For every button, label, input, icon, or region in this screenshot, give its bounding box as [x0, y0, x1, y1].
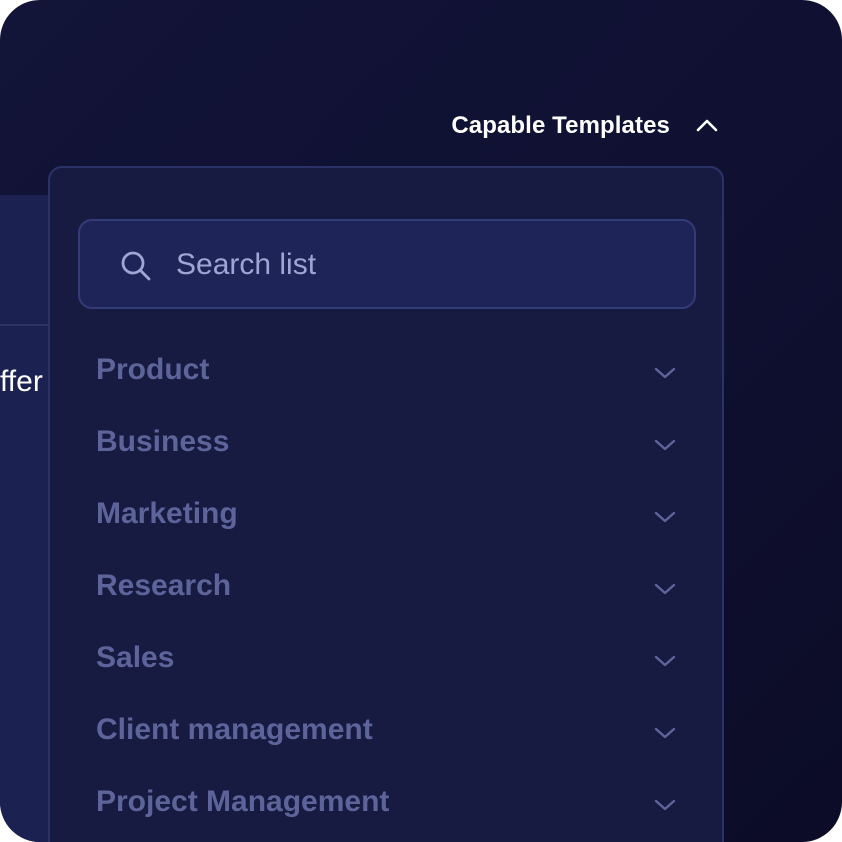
- templates-dropdown-panel: Product Business Marketing Research Sale…: [48, 166, 724, 842]
- category-label: Client management: [96, 713, 373, 746]
- category-item-client-management[interactable]: Client management: [50, 694, 722, 766]
- category-label: Project Management: [96, 785, 390, 818]
- chevron-down-icon: [654, 583, 676, 595]
- category-item-product[interactable]: Product: [50, 334, 722, 406]
- background-text-fragment: ffer: [0, 365, 43, 398]
- category-label: Business: [96, 425, 230, 458]
- templates-dropdown-toggle[interactable]: Capable Templates: [451, 112, 720, 140]
- category-label: Marketing: [96, 497, 238, 530]
- app-frame: ffer Capable Templates Product Business: [0, 0, 842, 842]
- category-item-research[interactable]: Research: [50, 550, 722, 622]
- chevron-down-icon: [654, 367, 676, 379]
- templates-title: Capable Templates: [451, 112, 670, 139]
- search-icon: [121, 251, 151, 281]
- search-box[interactable]: [78, 219, 696, 309]
- category-label: Product: [96, 353, 210, 386]
- chevron-up-icon: [696, 119, 718, 132]
- chevron-down-icon: [654, 727, 676, 739]
- category-item-sales[interactable]: Sales: [50, 622, 722, 694]
- chevron-down-icon: [654, 799, 676, 811]
- category-item-marketing[interactable]: Marketing: [50, 478, 722, 550]
- category-list: Product Business Marketing Research Sale…: [50, 334, 722, 838]
- chevron-down-icon: [654, 439, 676, 451]
- chevron-down-icon: [654, 655, 676, 667]
- category-item-project-management[interactable]: Project Management: [50, 766, 722, 838]
- category-label: Research: [96, 569, 232, 602]
- chevron-down-icon: [654, 511, 676, 523]
- category-label: Sales: [96, 641, 175, 674]
- search-input[interactable]: [174, 241, 678, 289]
- category-item-business[interactable]: Business: [50, 406, 722, 478]
